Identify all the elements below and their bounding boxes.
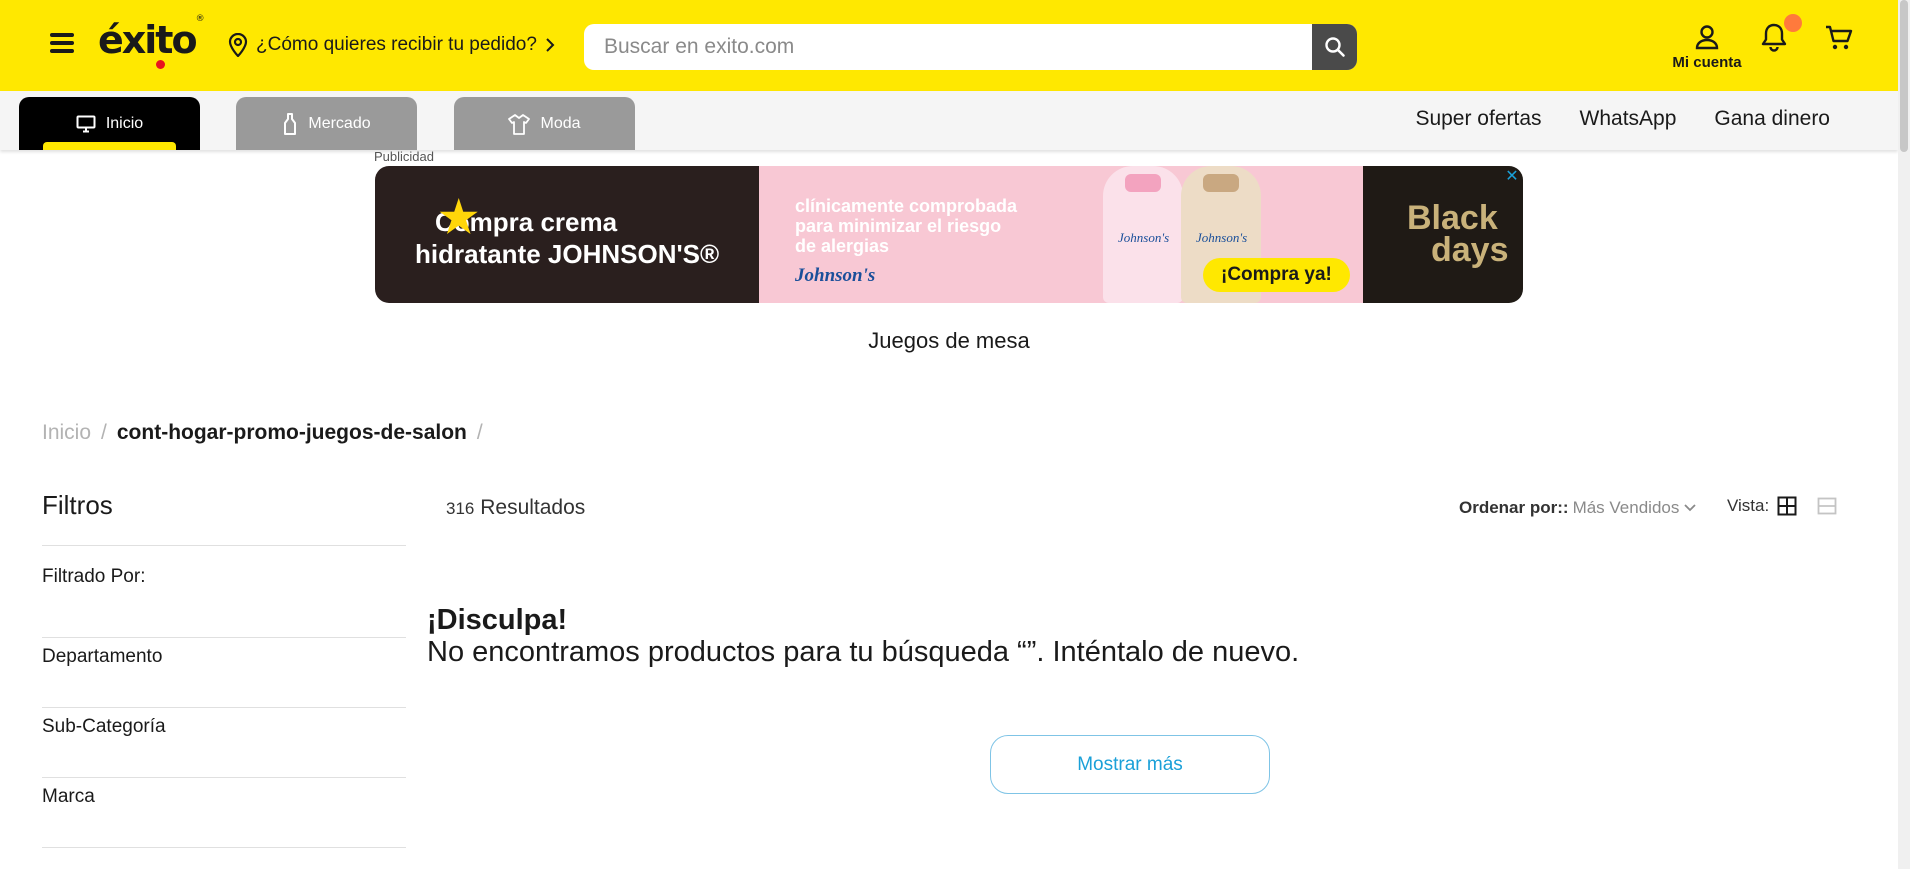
- ad-headline-2: hidratante JOHNSON'S®: [415, 239, 720, 269]
- filter-departamento[interactable]: Departamento: [42, 638, 406, 708]
- exito-logo[interactable]: éxito®: [98, 14, 205, 69]
- scrollbar-thumb[interactable]: [1900, 0, 1908, 152]
- search-bar: [584, 24, 1357, 70]
- filtered-by-label: Filtrado Por:: [42, 566, 146, 587]
- page-title: Juegos de mesa: [868, 328, 1030, 353]
- ad-close-icon[interactable]: ✕: [1504, 168, 1520, 184]
- ad-claim-3: de alergias: [795, 236, 890, 256]
- breadcrumb-separator: /: [476, 421, 483, 444]
- bottle-icon: [284, 112, 297, 135]
- filter-sub-categoria[interactable]: Sub-Categoría: [42, 708, 406, 778]
- header-links: Super ofertas WhatsApp Gana dinero: [1415, 107, 1830, 131]
- page-scrollbar[interactable]: [1898, 0, 1910, 869]
- filtered-by-row: Filtrado Por:: [42, 546, 406, 638]
- ad-brand: Johnson's: [795, 265, 876, 286]
- view-label: Vista:: [1727, 496, 1770, 515]
- empty-title: ¡Disculpa!: [427, 604, 568, 636]
- shirt-icon: [508, 113, 531, 135]
- tab-mercado[interactable]: Mercado: [236, 97, 417, 150]
- tab-label: Inicio: [105, 114, 144, 132]
- ad-claim-panel: clínicamente comprobada para minimizar e…: [759, 166, 1093, 303]
- empty-message: No encontramos productos para tu búsqued…: [427, 636, 1300, 668]
- lotion-bottle-image: Johnson's: [1103, 166, 1183, 303]
- search-input[interactable]: [584, 24, 1312, 70]
- bottle-label: Johnson's: [1118, 230, 1170, 245]
- search-icon: [1324, 37, 1345, 57]
- ad-claim-1: clínicamente comprobada: [795, 196, 1018, 216]
- black-days-panel: Black days: [1363, 166, 1523, 303]
- tab-inicio[interactable]: Inicio: [19, 97, 200, 150]
- grid-view-icon[interactable]: [1777, 496, 1797, 516]
- bottle-cap: [1125, 174, 1161, 192]
- breadcrumb-current[interactable]: cont-hogar-promo-juegos-de-salon: [117, 421, 467, 445]
- delivery-selector[interactable]: ¿Cómo quieres recibir tu pedido?: [228, 33, 555, 57]
- location-pin-icon: [228, 33, 248, 57]
- user-icon: [1695, 25, 1719, 50]
- ad-headline-panel: ★ Compra crema hidratante JOHNSON'S®: [375, 166, 759, 303]
- star-icon: ★: [439, 193, 479, 242]
- link-super-ofertas[interactable]: Super ofertas: [1415, 107, 1541, 131]
- chevron-down-icon: [1684, 504, 1696, 512]
- logo-text: éxito: [98, 18, 198, 62]
- cart-icon: [1826, 25, 1853, 50]
- menu-icon[interactable]: [50, 31, 74, 55]
- filters-panel: Filtros Filtrado Por: Departamento Sub-C…: [42, 490, 406, 848]
- filter-label: Sub-Categoría: [42, 716, 166, 737]
- search-button[interactable]: [1312, 24, 1357, 70]
- active-tab-indicator: [43, 142, 176, 150]
- ad-product-panel: Johnson's Johnson's ¡Compra ya!: [1093, 166, 1363, 303]
- ad-banner[interactable]: ★ Compra crema hidratante JOHNSON'S® clí…: [375, 166, 1523, 303]
- filter-label: Marca: [42, 786, 95, 807]
- view-toggle: Vista:: [1727, 496, 1837, 516]
- ad-cta-button[interactable]: ¡Compra ya!: [1203, 258, 1350, 292]
- sort-dropdown[interactable]: Ordenar por:: Más Vendidos: [1459, 498, 1697, 518]
- sort-value: Más Vendidos: [1572, 498, 1680, 517]
- results-number: 316: [446, 499, 475, 518]
- chevron-right-icon: [546, 38, 555, 52]
- category-nav: Inicio Mercado Moda Super ofertas WhatsA…: [0, 91, 1898, 150]
- results-count: 316 Resultados: [446, 496, 585, 520]
- show-more-button[interactable]: Mostrar más: [990, 735, 1270, 794]
- filter-label: Departamento: [42, 646, 163, 667]
- notifications-button[interactable]: [1760, 14, 1802, 56]
- ad-claim-2: para minimizar el riesgo: [795, 216, 1002, 236]
- link-whatsapp[interactable]: WhatsApp: [1580, 107, 1677, 131]
- account-label: Mi cuenta: [1672, 54, 1742, 71]
- filter-marca[interactable]: Marca: [42, 778, 406, 848]
- logo-registered-mark: ®: [195, 14, 205, 25]
- logo-dot: [156, 60, 165, 69]
- notification-badge: [1784, 14, 1802, 32]
- tab-label: Mercado: [308, 114, 371, 132]
- tab-label: Moda: [540, 114, 581, 132]
- results-label: Resultados: [480, 496, 586, 519]
- account-button[interactable]: Mi cuenta: [1667, 24, 1747, 71]
- bottle-cap: [1203, 174, 1239, 192]
- ad-label: Publicidad: [374, 149, 434, 164]
- promo-word-2: days: [1431, 231, 1509, 269]
- list-view-icon[interactable]: [1817, 496, 1837, 516]
- top-header: éxito® ¿Cómo quieres recibir tu pedido? …: [0, 0, 1898, 91]
- filters-title: Filtros: [42, 490, 406, 546]
- breadcrumb: Inicio / cont-hogar-promo-juegos-de-salo…: [42, 421, 483, 445]
- delivery-text: ¿Cómo quieres recibir tu pedido?: [256, 34, 537, 55]
- monitor-icon: [76, 115, 96, 132]
- sort-label: Ordenar por::: [1459, 498, 1569, 517]
- cart-button[interactable]: [1824, 24, 1854, 56]
- tab-moda[interactable]: Moda: [454, 97, 635, 150]
- link-gana-dinero[interactable]: Gana dinero: [1714, 107, 1830, 131]
- bottle-label: Johnson's: [1196, 230, 1248, 245]
- breadcrumb-separator: /: [101, 421, 107, 444]
- page: éxito® ¿Cómo quieres recibir tu pedido? …: [0, 0, 1910, 869]
- breadcrumb-home[interactable]: Inicio: [42, 421, 91, 445]
